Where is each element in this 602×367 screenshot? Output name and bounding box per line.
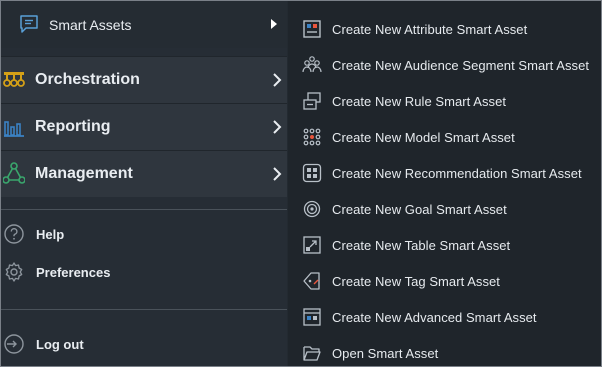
menu-item-open-smart-asset[interactable]: Open Smart Asset	[288, 336, 601, 366]
sidebar-item-help[interactable]: Help	[1, 221, 287, 247]
sidebar-item-label: Smart Assets	[49, 16, 132, 33]
divider	[1, 309, 287, 310]
sidebar-item-label: Preferences	[36, 264, 111, 280]
menu-item-create-advanced[interactable]: Create New Advanced Smart Asset	[288, 300, 601, 334]
sidebar-item-label: Log out	[36, 336, 84, 352]
caret-right-icon	[271, 19, 277, 29]
orchestration-icon	[3, 69, 25, 91]
goal-icon	[302, 199, 322, 219]
menu-item-label: Create New Advanced Smart Asset	[332, 309, 537, 325]
menu-item-label: Create New Goal Smart Asset	[332, 201, 507, 217]
menu-item-create-tag[interactable]: Create New Tag Smart Asset	[288, 264, 601, 298]
question-circle-icon	[3, 223, 25, 245]
sidebar-item-logout[interactable]: Log out	[1, 331, 287, 357]
menu-item-label: Create New Model Smart Asset	[332, 129, 515, 145]
menu-item-create-model[interactable]: Create New Model Smart Asset	[288, 120, 601, 154]
menu-item-create-audience-segment[interactable]: Create New Audience Segment Smart Asset	[288, 48, 601, 82]
model-icon	[302, 127, 322, 147]
rule-icon	[302, 91, 322, 111]
sidebar-item-preferences[interactable]: Preferences	[1, 259, 287, 285]
recommendation-icon	[302, 163, 322, 183]
chat-list-icon	[18, 13, 40, 35]
bar-chart-icon	[3, 116, 25, 138]
gear-icon	[3, 261, 25, 283]
logout-icon	[3, 333, 25, 355]
app-window: Smart Assets Orchestration Reporting Man…	[0, 0, 602, 367]
chevron-right-icon	[271, 166, 283, 182]
sidebar-item-smart-assets[interactable]: Smart Assets	[1, 1, 287, 48]
menu-item-create-recommendation[interactable]: Create New Recommendation Smart Asset	[288, 156, 601, 190]
menu-item-create-goal[interactable]: Create New Goal Smart Asset	[288, 192, 601, 226]
attribute-icon	[302, 19, 322, 39]
advanced-icon	[302, 307, 322, 327]
smart-assets-submenu: Create New Attribute Smart Asset Create …	[288, 1, 601, 366]
menu-item-label: Create New Tag Smart Asset	[332, 273, 500, 289]
sidebar: Smart Assets Orchestration Reporting Man…	[1, 1, 287, 366]
sidebar-item-reporting[interactable]: Reporting	[1, 104, 287, 150]
menu-item-label: Create New Audience Segment Smart Asset	[332, 57, 590, 73]
sidebar-item-label: Help	[36, 226, 65, 242]
menu-item-create-rule[interactable]: Create New Rule Smart Asset	[288, 84, 601, 118]
menu-item-label: Create New Recommendation Smart Asset	[332, 165, 582, 181]
menu-item-label: Create New Rule Smart Asset	[332, 93, 507, 109]
tag-icon	[302, 271, 322, 291]
sidebar-item-label: Reporting	[35, 118, 111, 135]
sidebar-item-label: Orchestration	[35, 71, 140, 88]
chevron-right-icon	[271, 72, 283, 88]
menu-item-label: Create New Attribute Smart Asset	[332, 21, 528, 37]
network-icon	[2, 162, 26, 184]
audience-icon	[302, 55, 322, 75]
table-icon	[302, 235, 322, 255]
menu-item-create-attribute[interactable]: Create New Attribute Smart Asset	[288, 12, 601, 46]
chevron-right-icon	[271, 119, 283, 135]
sidebar-item-label: Management	[35, 165, 133, 182]
menu-item-label: Create New Table Smart Asset	[332, 237, 511, 253]
folder-open-icon	[302, 343, 322, 363]
sidebar-item-management[interactable]: Management	[1, 151, 287, 197]
divider	[1, 209, 287, 210]
menu-item-create-table[interactable]: Create New Table Smart Asset	[288, 228, 601, 262]
sidebar-item-orchestration[interactable]: Orchestration	[1, 57, 287, 103]
menu-item-label: Open Smart Asset	[332, 345, 439, 361]
